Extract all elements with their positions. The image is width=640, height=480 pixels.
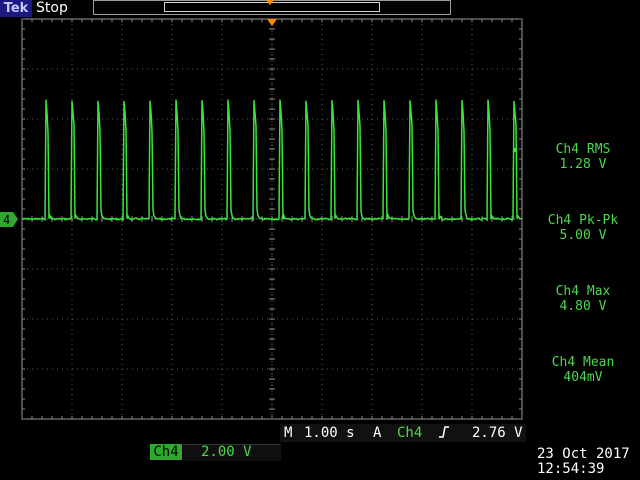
measurement-label: Ch4 Pk-Pk [547, 213, 619, 228]
channel-scale-readout[interactable]: 2.00 V [201, 444, 252, 460]
trigger-position-marker-icon [267, 19, 277, 26]
horizontal-prefix: M [284, 425, 293, 441]
horizontal-scale-readout[interactable]: 1.00 s [304, 425, 355, 442]
channel-4-ground-marker-icon[interactable]: 4 [0, 212, 18, 227]
channel-badge[interactable]: Ch4 [150, 444, 182, 460]
measurement-label: Ch4 Max [555, 284, 611, 299]
measurement-label: Ch4 Mean [551, 355, 615, 370]
rising-edge-icon [438, 424, 450, 445]
measurement-value: 4.80 V [559, 299, 607, 314]
time-readout: 12:54:39 [537, 461, 605, 477]
measurement-value: 1.28 V [559, 157, 607, 172]
measurement-rms[interactable]: Ch4 RMS 1.28 V [526, 142, 640, 172]
date-readout: 23 Oct 2017 [537, 446, 630, 462]
measurement-value: 404mV [563, 370, 603, 385]
measurement-mean[interactable]: Ch4 Mean 404mV [526, 355, 640, 385]
measurement-pk-pk[interactable]: Ch4 Pk-Pk 5.00 V [526, 213, 640, 243]
channel-marker-label: 4 [3, 213, 10, 227]
trigger-mode-prefix: A [373, 425, 382, 441]
trigger-source-readout[interactable]: Ch4 [397, 425, 422, 442]
trigger-level-marker-icon [513, 148, 517, 152]
measurement-label: Ch4 RMS [555, 142, 611, 157]
measurement-value: 5.00 V [559, 228, 607, 243]
trigger-level-readout[interactable]: 2.76 V [472, 425, 523, 442]
measurement-max[interactable]: Ch4 Max 4.80 V [526, 284, 640, 314]
